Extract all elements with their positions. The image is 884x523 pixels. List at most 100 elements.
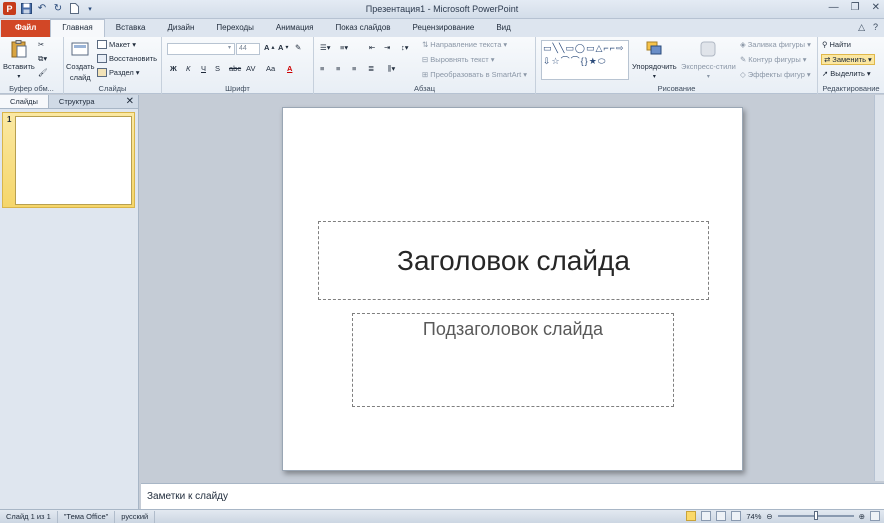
bullets-icon[interactable]: ☰▾	[320, 43, 331, 52]
char-spacing-button[interactable]: AV	[246, 64, 255, 73]
shape-effects-button[interactable]: ◇ Эффекты фигур ▾	[740, 70, 811, 79]
theme-status[interactable]: "Тема Office"	[58, 510, 116, 523]
slides-panel-tabs: Слайды Структура ✕	[0, 95, 138, 109]
zoom-slider-handle[interactable]	[813, 511, 818, 520]
paste-icon	[11, 40, 27, 58]
restore-icon[interactable]: ❐	[851, 2, 860, 13]
subtitle-placeholder[interactable]: Подзаголовок слайда	[352, 313, 674, 407]
reset-button[interactable]: Восстановить	[97, 54, 157, 63]
tab-slides[interactable]: Слайды	[0, 95, 49, 108]
shadow-button[interactable]: S	[215, 64, 220, 73]
font-color-button[interactable]: A	[287, 64, 292, 73]
strikethrough-button[interactable]: abc	[229, 64, 241, 73]
group-font: ▾ 44 A ▴ A ▾ ✎ Ж К Ч S abc AV Aa A Шрифт	[162, 37, 314, 94]
reset-icon	[97, 54, 107, 63]
vertical-scrollbar[interactable]	[874, 95, 884, 481]
group-paragraph: ☰▾ ≡▾ ⇤ ⇥ ↕▾ ≡ ≡ ≡ ≣ ⫼▾ ⇅ Направление тек…	[314, 37, 536, 94]
font-name-dropdown-icon[interactable]: ▾	[228, 44, 231, 51]
slideshow-icon[interactable]	[731, 511, 742, 521]
fit-to-window-icon[interactable]	[870, 511, 880, 521]
shrink-font-icon[interactable]: A ▾	[278, 43, 289, 52]
align-right-icon[interactable]: ≡	[352, 64, 356, 73]
language-status[interactable]: русский	[115, 510, 156, 523]
group-editing: ⚲ Найти ⇄ Заменить ▾ ➚ Выделить ▾ Редактиро…	[818, 37, 884, 94]
grow-font-icon[interactable]: A ▴	[264, 43, 275, 52]
bold-button[interactable]: Ж	[170, 64, 177, 73]
tab-file[interactable]: Файл	[1, 20, 51, 37]
tab-slideshow[interactable]: Показ слайдов	[324, 20, 401, 37]
align-left-icon[interactable]: ≡	[320, 64, 324, 73]
change-case-button[interactable]: Aa	[266, 64, 275, 73]
paint-bucket-icon: ◈	[740, 40, 746, 49]
quick-styles-button[interactable]: Экспресс-стили ▾	[681, 40, 736, 82]
help-icon[interactable]: ?	[873, 22, 878, 33]
text-direction-icon: ⇅	[422, 40, 429, 49]
text-direction-button[interactable]: ⇅ Направление текста ▾	[422, 40, 507, 49]
numbering-icon[interactable]: ≡▾	[340, 43, 348, 52]
section-button[interactable]: Раздел ▾	[97, 68, 140, 77]
zoom-in-icon[interactable]: ⊕	[859, 512, 865, 521]
minimize-ribbon-icon[interactable]: △	[858, 22, 865, 33]
arrange-button[interactable]: Упорядочить ▾	[632, 40, 677, 82]
tabs-right-controls: △ ?	[858, 22, 878, 33]
normal-view-icon[interactable]	[686, 511, 697, 521]
shapes-gallery[interactable]: ▭ ╲ ╲ ▭ ◯ ▭ △ ⌐ ⌐ ⇨ ⇩ ☆ ⌒ ⌒{} ★ ⬭	[541, 40, 629, 80]
clear-format-icon[interactable]: ✎	[295, 43, 301, 52]
title-placeholder[interactable]: Заголовок слайда	[318, 221, 709, 300]
shape-fill-button[interactable]: ◈ Заливка фигуры ▾	[740, 40, 811, 49]
tab-outline[interactable]: Структура	[49, 95, 105, 108]
group-label-drawing: Рисование	[657, 84, 696, 93]
slide-number: 1	[7, 115, 12, 124]
ribbon-tabs: Файл Главная Вставка Дизайн Переходы Ани…	[0, 19, 884, 37]
tab-design[interactable]: Дизайн	[156, 20, 205, 37]
underline-button[interactable]: Ч	[201, 64, 206, 73]
reading-view-icon[interactable]	[716, 511, 727, 521]
tab-review[interactable]: Рецензирование	[402, 20, 486, 37]
shape-outline-button[interactable]: ✎ Контур фигуры ▾	[740, 55, 807, 64]
cut-icon[interactable]: ✂	[38, 40, 44, 49]
italic-button[interactable]: К	[186, 64, 190, 73]
zoom-slider[interactable]	[777, 511, 854, 520]
replace-icon: ⇄	[824, 55, 831, 64]
replace-button[interactable]: ⇄ Заменить ▾	[821, 54, 875, 65]
window-title: Презентация1 - Microsoft PowerPoint	[365, 4, 519, 14]
decrease-indent-icon[interactable]: ⇤	[369, 43, 375, 52]
align-text-button[interactable]: ⊟ Выровнять текст ▾	[422, 55, 494, 64]
font-size-combo[interactable]: 44	[236, 43, 260, 55]
align-center-icon[interactable]: ≡	[336, 64, 340, 73]
slide-sorter-icon[interactable]	[701, 511, 712, 521]
zoom-level[interactable]: 74%	[746, 512, 761, 521]
notes-pane[interactable]: Заметки к слайду	[141, 483, 884, 509]
slide[interactable]: Заголовок слайда Подзаголовок слайда	[282, 107, 743, 471]
minimize-icon[interactable]: —	[829, 2, 839, 13]
close-panel-icon[interactable]: ✕	[126, 95, 134, 108]
justify-icon[interactable]: ≣	[368, 64, 374, 73]
line-spacing-icon[interactable]: ↕▾	[401, 43, 409, 52]
smartart-icon: ⊞	[422, 70, 429, 79]
font-name-combo[interactable]	[167, 43, 235, 55]
smartart-button[interactable]: ⊞ Преобразовать в SmartArt ▾	[422, 70, 527, 79]
ribbon: Вставить ▾ ✂ ⧉▾ 🖌 Буфер обм... Создать сла…	[0, 37, 884, 94]
copy-icon[interactable]: ⧉▾	[38, 54, 47, 64]
tab-transitions[interactable]: Переходы	[205, 20, 265, 37]
increase-indent-icon[interactable]: ⇥	[384, 43, 390, 52]
new-slide-button[interactable]: Создать слайд	[66, 40, 95, 82]
tab-home[interactable]: Главная	[50, 19, 105, 37]
binoculars-icon: ⚲	[822, 40, 828, 49]
close-icon[interactable]: ✕	[872, 2, 880, 13]
tab-insert[interactable]: Вставка	[105, 20, 157, 37]
columns-icon[interactable]: ⫼▾	[388, 64, 395, 74]
select-button[interactable]: ➚ Выделить ▾	[822, 69, 871, 78]
group-label-slides: Слайды	[98, 84, 127, 93]
slide-thumbnail-selected[interactable]: 1	[2, 112, 135, 208]
paste-button[interactable]: Вставить ▾	[3, 40, 35, 82]
format-painter-icon[interactable]: 🖌	[38, 68, 48, 77]
slide-thumbnail[interactable]	[15, 116, 132, 205]
zoom-out-icon[interactable]: ⊖	[766, 512, 772, 521]
tab-animation[interactable]: Анимация	[265, 20, 325, 37]
tab-view[interactable]: Вид	[485, 20, 521, 37]
layout-button[interactable]: Макет ▾	[97, 40, 136, 49]
group-slides: Создать слайд Макет ▾ Восстановить Раздел…	[64, 37, 162, 94]
find-button[interactable]: ⚲ Найти	[822, 40, 851, 49]
group-label-editing: Редактирование	[822, 84, 880, 93]
